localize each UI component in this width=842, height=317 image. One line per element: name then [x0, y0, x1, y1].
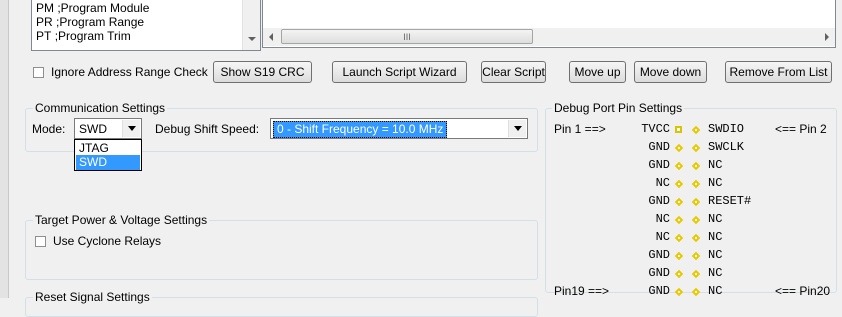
pin-row: NC NC — [0, 176, 842, 194]
pin-diamond-marker-icon[interactable] — [674, 179, 684, 189]
show-s19-crc-button[interactable]: Show S19 CRC — [213, 61, 312, 83]
pin-row: GND NC — [0, 248, 842, 266]
pin-row: GND NC — [0, 266, 842, 284]
launch-script-wizard-button[interactable]: Launch Script Wizard — [332, 61, 467, 83]
pin-diamond-marker-icon[interactable] — [674, 143, 684, 153]
pin-right-name: NC — [708, 284, 723, 298]
pin-right-name: RESET# — [708, 194, 752, 208]
pin-right-name: NC — [708, 212, 723, 226]
communication-settings-legend: Communication Settings — [33, 101, 168, 115]
clear-script-button[interactable]: Clear Script — [481, 61, 546, 83]
horizontal-scrollbar[interactable]: III — [263, 28, 835, 46]
pin-row: GND SWCLK — [0, 140, 842, 158]
pin-diamond-marker-icon[interactable] — [691, 125, 701, 135]
pin-left-name: GND — [648, 266, 670, 280]
pin-left-name: GND — [648, 284, 670, 298]
module-listbox[interactable]: PM ;Program Module PR ;Program Range PT … — [31, 0, 261, 51]
pin-left-name: GND — [648, 158, 670, 172]
pin-number-label: <== Pin20 — [775, 284, 831, 298]
debug-port-pin-legend: Debug Port Pin Settings — [552, 101, 685, 115]
pin-right-name: NC — [708, 230, 723, 244]
pin-number-label: <== Pin 2 — [775, 122, 827, 136]
list-item[interactable]: PT ;Program Trim — [36, 29, 131, 43]
pin-row: GND NC <== Pin20 — [0, 284, 842, 302]
pin-row: NC NC — [0, 230, 842, 248]
pin-right-name: NC — [708, 266, 723, 280]
pin-right-name: SWCLK — [708, 140, 745, 154]
scroll-down-arrow-icon[interactable] — [248, 37, 256, 41]
scroll-thumb[interactable]: III — [281, 29, 533, 44]
scroll-thumb-grip: III — [403, 31, 411, 42]
script-panel[interactable]: III — [262, 0, 836, 48]
pin-diamond-marker-icon[interactable] — [691, 251, 701, 261]
pin-left-name: NC — [655, 230, 670, 244]
listbox-vertical-scrollbar[interactable] — [242, 0, 260, 50]
pin-row: GND RESET# — [0, 194, 842, 212]
pin-row: NC NC — [0, 212, 842, 230]
pin-diamond-marker-icon[interactable] — [691, 269, 701, 279]
remove-from-list-button[interactable]: Remove From List — [725, 61, 832, 83]
pin-diamond-marker-icon[interactable] — [691, 143, 701, 153]
scroll-left-arrow-icon[interactable] — [269, 33, 273, 41]
pin-diamond-marker-icon[interactable] — [674, 269, 684, 279]
pin-right-name: NC — [708, 176, 723, 190]
ignore-address-range-checkbox[interactable] — [33, 67, 44, 78]
pin-left-name: GND — [648, 194, 670, 208]
pin-diamond-marker-icon[interactable] — [674, 233, 684, 243]
pin-diamond-marker-icon[interactable] — [674, 287, 684, 297]
pin-diamond-marker-icon[interactable] — [691, 179, 701, 189]
list-item[interactable]: PR ;Program Range — [36, 15, 144, 29]
pin-diamond-marker-icon[interactable] — [691, 287, 701, 297]
pin-left-name: GND — [648, 248, 670, 262]
pin-diamond-marker-icon[interactable] — [691, 215, 701, 225]
pin-row: TVCC SWDIO <== Pin 2 — [0, 122, 842, 140]
pin-left-name: TVCC — [641, 122, 670, 136]
pin-diamond-marker-icon[interactable] — [691, 197, 701, 207]
move-up-button[interactable]: Move up — [569, 61, 626, 83]
ignore-address-range-label: Ignore Address Range Check — [51, 65, 208, 79]
pin-left-name: GND — [648, 140, 670, 154]
scroll-right-arrow-icon[interactable] — [825, 33, 829, 41]
pin-right-name: SWDIO — [708, 122, 745, 136]
pin-diamond-marker-icon[interactable] — [691, 233, 701, 243]
pin-diamond-marker-icon[interactable] — [674, 197, 684, 207]
pin-diamond-marker-icon[interactable] — [691, 161, 701, 171]
pin-right-name: NC — [708, 158, 723, 172]
list-item[interactable]: PM ;Program Module — [36, 1, 149, 15]
pin-left-name: NC — [655, 176, 670, 190]
pin-diamond-marker-icon[interactable] — [674, 161, 684, 171]
move-down-button[interactable]: Move down — [634, 61, 707, 83]
pin-left-name: NC — [655, 212, 670, 226]
pin-right-name: NC — [708, 248, 723, 262]
pin-diamond-marker-icon[interactable] — [674, 251, 684, 261]
pin-square-marker-icon[interactable] — [675, 126, 682, 133]
pin-row: GND NC — [0, 158, 842, 176]
pin-diamond-marker-icon[interactable] — [674, 215, 684, 225]
